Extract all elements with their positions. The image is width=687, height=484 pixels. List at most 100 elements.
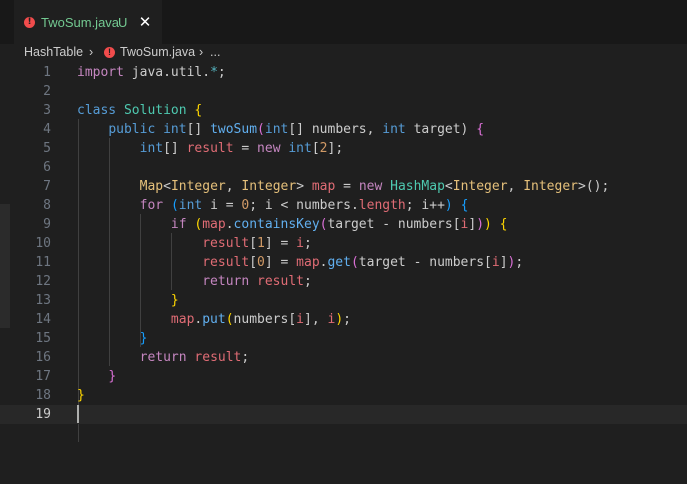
code-token: > [296, 179, 312, 194]
code-token: Integer [452, 179, 508, 194]
line-number: 1 [43, 65, 51, 80]
code-editor[interactable]: 1 import java.util.*; 2 3 class Solution {4 … [0, 62, 687, 484]
breadcrumb-file[interactable]: TwoSum.java [120, 44, 195, 61]
code-line[interactable]: 15 } [0, 329, 687, 348]
code-token: containsKey [233, 217, 320, 232]
tab-twosum-java[interactable]: ! TwoSum.java U ✕ [14, 0, 162, 46]
line-number: 17 [35, 369, 51, 384]
code-token: * [210, 65, 218, 80]
error-icon: ! [104, 47, 115, 58]
code-token: ( [225, 312, 234, 327]
code-token: { [460, 198, 469, 213]
line-number: 11 [35, 255, 51, 270]
code-line[interactable]: 17 } [0, 367, 687, 386]
code-token: ; [217, 65, 226, 80]
code-text: int[] result = new int[2]; [77, 139, 344, 158]
code-token: int [264, 122, 289, 137]
code-line[interactable]: 12 return result; [0, 272, 687, 291]
code-line[interactable]: 1 import java.util.*; [0, 63, 687, 82]
code-text: for (int i = 0; i < numbers.length; i++)… [77, 196, 469, 215]
line-number: 14 [35, 312, 51, 327]
code-line[interactable]: 9 if (map.containsKey(target - numbers[i… [0, 215, 687, 234]
code-line[interactable]: 11 result[0] = map.get(target - numbers[… [0, 253, 687, 272]
code-token: 0 [257, 255, 265, 270]
breadcrumb-more[interactable]: ... [210, 44, 220, 61]
code-text: } [77, 386, 85, 405]
code-token: } [139, 331, 148, 346]
code-line[interactable]: 6 [0, 158, 687, 177]
code-text: } [77, 291, 179, 310]
code-token: ] [468, 217, 477, 232]
code-token: } [77, 388, 85, 403]
code-line[interactable]: 14 map.put(numbers[i], i); [0, 310, 687, 329]
code-line[interactable]: 3 class Solution { [0, 101, 687, 120]
code-token: ] [499, 255, 508, 270]
code-text: } [77, 329, 148, 348]
code-token: numbers[ [233, 312, 297, 327]
line-number: 10 [35, 236, 51, 251]
code-token: result [186, 141, 234, 156]
code-token: = [233, 141, 258, 156]
code-token: new [257, 141, 281, 156]
code-line[interactable]: 19 [0, 405, 687, 424]
code-line[interactable]: 10 result[1] = i; [0, 234, 687, 253]
code-line[interactable]: 16 return result; [0, 348, 687, 367]
code-token: Integer [241, 179, 297, 194]
code-token: import [77, 65, 124, 80]
line-number: 13 [35, 293, 51, 308]
code-token: get [327, 255, 351, 270]
code-text: return result; [77, 348, 250, 367]
line-number: 2 [43, 84, 51, 99]
code-token: Integer [170, 179, 226, 194]
code-token: } [108, 369, 117, 384]
close-icon[interactable]: ✕ [138, 13, 152, 31]
code-token: } [170, 293, 179, 308]
code-token: ( [170, 198, 179, 213]
code-line[interactable]: 13 } [0, 291, 687, 310]
code-token: i = [202, 198, 242, 213]
tab-filename[interactable]: TwoSum.java [41, 15, 119, 30]
code-token: for [139, 198, 164, 213]
code-line[interactable]: 4 public int[] twoSum(int[] numbers, int… [0, 120, 687, 139]
line-number: 4 [43, 122, 51, 137]
breadcrumb-folder[interactable]: HashTable [24, 44, 83, 61]
code-token: result [194, 350, 242, 365]
code-token: ) [444, 198, 453, 213]
line-number: 8 [43, 198, 51, 213]
code-token: int [163, 122, 187, 137]
code-token: ] = [264, 255, 297, 270]
code-token: return [139, 350, 187, 365]
line-number: 6 [43, 160, 51, 175]
code-text: map.put(numbers[i], i); [77, 310, 351, 329]
code-token: i [296, 312, 304, 327]
code-line[interactable]: 2 [0, 82, 687, 101]
code-line[interactable]: 5 int[] result = new int[2]; [0, 139, 687, 158]
line-number: 9 [43, 217, 51, 232]
code-token: twoSum [210, 122, 258, 137]
line-number: 3 [43, 103, 51, 118]
code-token: = [335, 179, 359, 194]
code-text: Map<Integer, Integer> map = new HashMap<… [77, 177, 610, 196]
error-icon: ! [24, 17, 35, 28]
code-line[interactable]: 18} [0, 386, 687, 405]
code-token: { [194, 103, 203, 118]
code-token: ) [476, 217, 485, 232]
code-token: public [108, 122, 156, 137]
chevron-right-icon: › [89, 45, 94, 59]
code-line[interactable]: 8 for (int i = 0; i < numbers.length; i+… [0, 196, 687, 215]
code-line[interactable]: 7 Map<Integer, Integer> map = new HashMa… [0, 177, 687, 196]
code-text: public int[] twoSum(int[] numbers, int t… [77, 120, 484, 139]
